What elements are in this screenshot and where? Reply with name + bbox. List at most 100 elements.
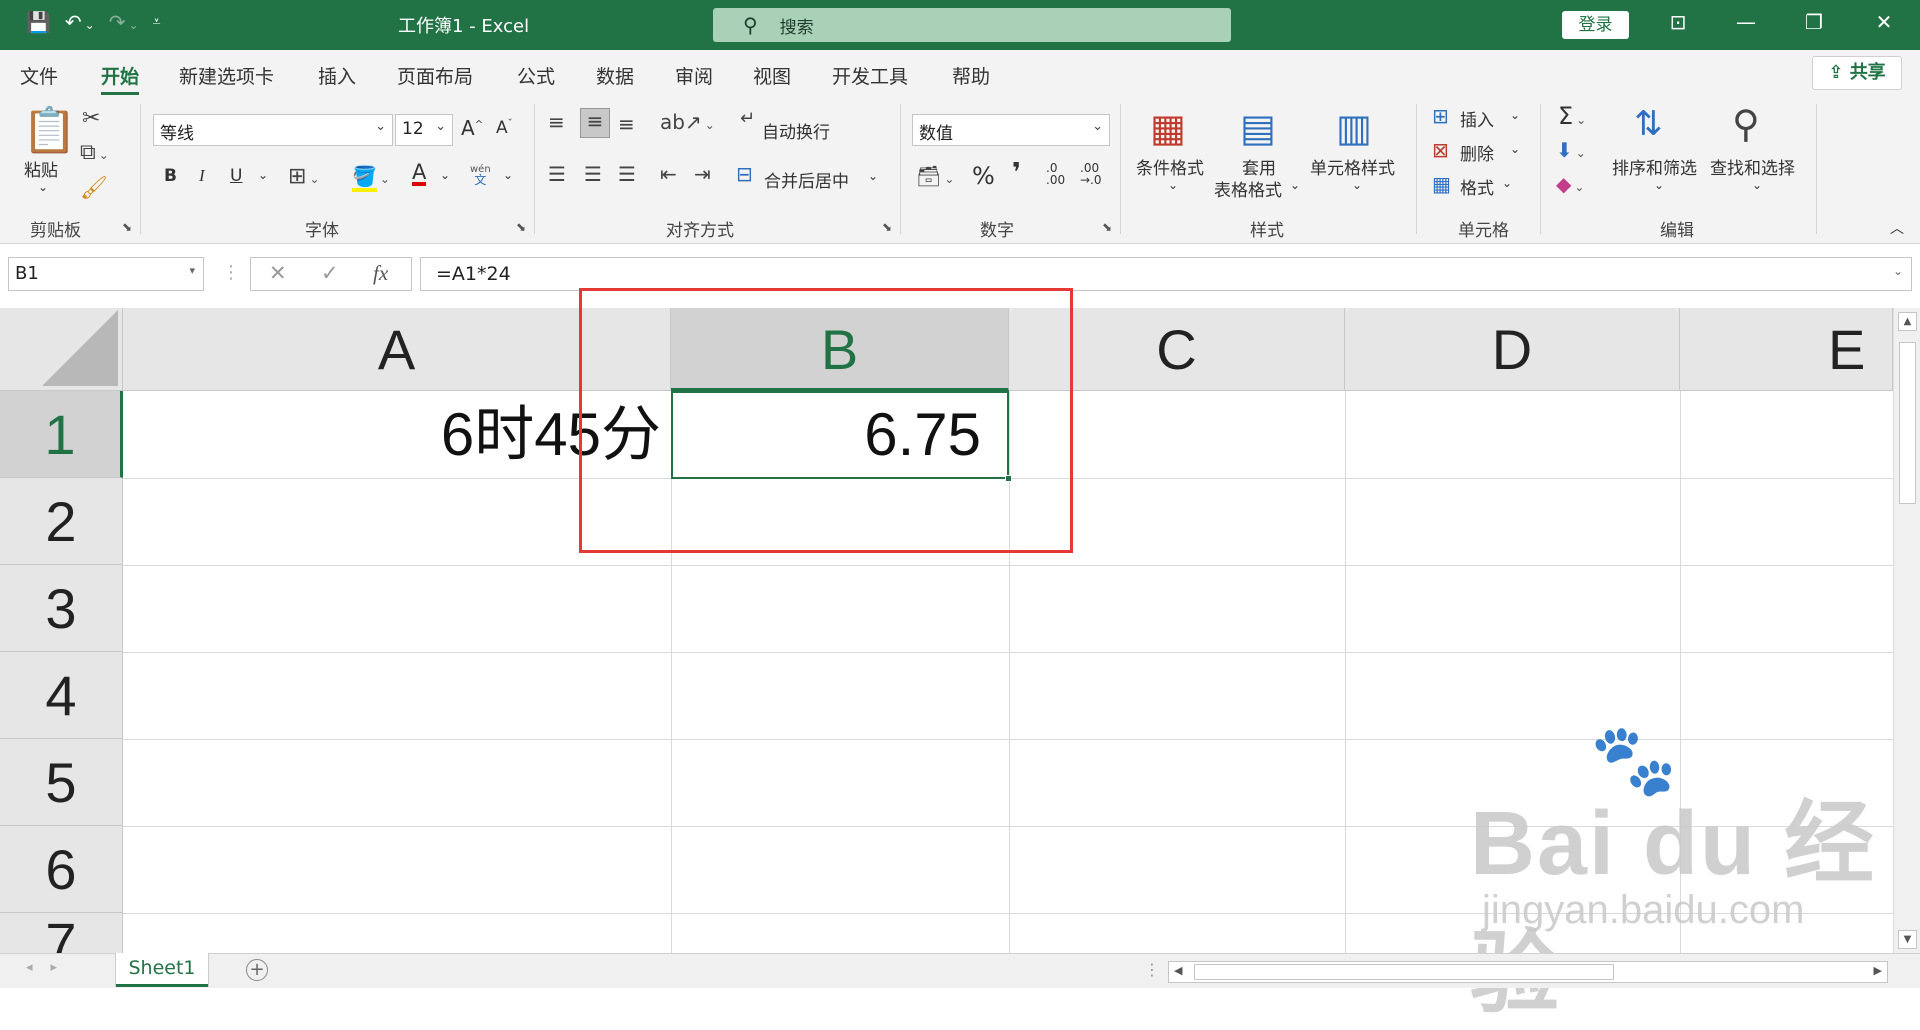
insert-function-icon[interactable]: fx	[373, 261, 388, 286]
minimize-icon[interactable]: —	[1734, 10, 1758, 34]
cell-styles-icon[interactable]: ▥	[1336, 106, 1372, 150]
format-cells-icon[interactable]: ▦	[1432, 172, 1451, 196]
name-box[interactable]: B1 ▾	[8, 257, 204, 291]
align-bottom-icon[interactable]: ≡	[618, 112, 635, 136]
conditional-formatting-dropdown-icon[interactable]: ⌄	[1168, 178, 1178, 192]
merge-center-button[interactable]: 合并后居中	[764, 167, 849, 192]
increase-decimal-button[interactable]: .0 .00	[1046, 162, 1065, 186]
accounting-format-icon[interactable]: 🗃 ⌄	[916, 164, 954, 188]
scroll-up-icon[interactable]: ▲	[1898, 312, 1917, 331]
merge-dropdown-icon[interactable]: ⌄	[868, 169, 878, 183]
find-select-dropdown-icon[interactable]: ⌄	[1752, 178, 1762, 192]
delete-cells-icon[interactable]: ⊠	[1432, 138, 1449, 162]
format-as-table-icon[interactable]: ▤	[1240, 106, 1276, 150]
add-sheet-button[interactable]: +	[246, 959, 268, 981]
paste-icon[interactable]: 📋	[22, 104, 77, 156]
font-color-dropdown-icon[interactable]: ⌄	[440, 168, 450, 182]
formula-input[interactable]: =A1*24 ⌄	[420, 257, 1912, 291]
row-header-7[interactable]: 7	[0, 913, 123, 953]
clear-icon[interactable]: ◆ ⌄	[1556, 172, 1584, 196]
tab-help[interactable]: 帮助	[952, 62, 990, 89]
enter-icon[interactable]: ✓	[321, 261, 339, 285]
cut-icon[interactable]: ✂	[82, 106, 100, 131]
align-center-icon[interactable]: ☰	[584, 162, 602, 186]
row-header-6[interactable]: 6	[0, 826, 123, 913]
formula-bar-grip-icon[interactable]: ⋮	[222, 262, 240, 283]
cell-styles-button[interactable]: 单元格样式	[1310, 154, 1395, 179]
close-icon[interactable]: ✕	[1872, 10, 1896, 34]
delete-dropdown-icon[interactable]: ⌄	[1510, 142, 1520, 156]
restore-icon[interactable]: ❐	[1802, 10, 1826, 34]
format-painter-icon[interactable]: 🖌	[80, 176, 108, 201]
login-button[interactable]: 登录	[1562, 11, 1629, 39]
paste-dropdown-icon[interactable]: ⌄	[38, 180, 48, 194]
border-icon[interactable]: ⊞ ⌄	[288, 164, 320, 189]
align-left-icon[interactable]: ☰	[548, 162, 566, 186]
column-header-e[interactable]: E	[1680, 308, 1893, 391]
tab-home[interactable]: 开始	[101, 62, 140, 95]
collapse-ribbon-icon[interactable]: ︿	[1890, 218, 1904, 238]
align-middle-icon[interactable]: ≡	[580, 108, 610, 138]
format-as-table-dropdown-icon[interactable]: ⌄	[1290, 178, 1300, 192]
tab-page-layout[interactable]: 页面布局	[397, 62, 473, 89]
format-cells-button[interactable]: 格式	[1460, 174, 1494, 199]
search-box[interactable]: ⚲ 搜索	[713, 8, 1231, 42]
bold-button[interactable]: B	[164, 166, 177, 186]
column-header-d[interactable]: D	[1345, 308, 1680, 391]
scroll-right-icon[interactable]: ▶	[1874, 964, 1882, 977]
phonetic-dropdown-icon[interactable]: ⌄	[503, 168, 513, 182]
tab-formulas[interactable]: 公式	[517, 62, 555, 89]
paste-button[interactable]: 粘贴	[24, 156, 58, 181]
decrease-font-button[interactable]: Aˇ	[496, 118, 513, 138]
fill-color-icon[interactable]: 🪣 ⌄	[352, 164, 390, 192]
find-select-button[interactable]: 查找和选择	[1710, 154, 1795, 179]
decrease-decimal-button[interactable]: .00 →.0	[1080, 162, 1102, 186]
increase-indent-icon[interactable]: ⇥	[694, 162, 711, 186]
sheet-nav-arrows[interactable]: ◂▸	[26, 960, 75, 975]
format-as-table-button[interactable]: 表格格式	[1214, 176, 1282, 201]
save-icon[interactable]: 💾	[26, 10, 51, 34]
row-header-3[interactable]: 3	[0, 565, 123, 652]
percent-button[interactable]: %	[972, 162, 995, 190]
fill-icon[interactable]: ⬇ ⌄	[1556, 138, 1586, 162]
tab-view[interactable]: 视图	[753, 62, 791, 89]
sort-filter-button[interactable]: 排序和筛选	[1612, 154, 1697, 179]
copy-icon[interactable]: ⧉ ⌄	[80, 140, 109, 165]
number-format-dropdown[interactable]: 数值 ⌄	[912, 114, 1110, 146]
font-size-dropdown[interactable]: 12 ⌄	[395, 114, 453, 146]
cancel-icon[interactable]: ✕	[269, 261, 287, 285]
row-header-5[interactable]: 5	[0, 739, 123, 826]
align-top-icon[interactable]: ≡	[548, 110, 565, 134]
row-header-2[interactable]: 2	[0, 478, 123, 565]
wrap-text-button[interactable]: 自动换行	[762, 118, 830, 143]
decrease-indent-icon[interactable]: ⇤	[660, 162, 677, 186]
row-header-1[interactable]: 1	[0, 391, 123, 478]
sort-filter-dropdown-icon[interactable]: ⌄	[1654, 178, 1664, 192]
tab-file[interactable]: 文件	[20, 62, 58, 89]
underline-button[interactable]: U	[230, 166, 242, 186]
tab-insert[interactable]: 插入	[318, 62, 356, 89]
share-button[interactable]: ⇪ 共享	[1812, 56, 1902, 90]
underline-dropdown-icon[interactable]: ⌄	[258, 168, 268, 182]
orientation-icon[interactable]: ab↗ ⌄	[660, 110, 715, 134]
find-select-icon[interactable]: ⚲	[1732, 102, 1760, 146]
clipboard-launcher-icon[interactable]: ⬊	[122, 220, 132, 234]
align-right-icon[interactable]: ☰	[618, 162, 636, 186]
wrap-text-icon[interactable]: ↵	[740, 108, 755, 129]
row-header-4[interactable]: 4	[0, 652, 123, 739]
font-launcher-icon[interactable]: ⬊	[516, 220, 526, 234]
tab-data[interactable]: 数据	[596, 62, 634, 89]
ribbon-display-options-icon[interactable]: ⊡	[1666, 10, 1690, 34]
cell-styles-dropdown-icon[interactable]: ⌄	[1352, 178, 1362, 192]
tab-split-handle-icon[interactable]: ⋮	[1144, 960, 1160, 979]
phonetic-guide-button[interactable]: wén 文	[470, 164, 491, 187]
select-all-button[interactable]	[0, 308, 123, 391]
merge-center-icon[interactable]: ⊟	[736, 162, 753, 186]
conditional-formatting-button[interactable]: 条件格式	[1136, 154, 1204, 179]
italic-button[interactable]: I	[199, 166, 205, 186]
tab-developer[interactable]: 开发工具	[832, 62, 908, 89]
delete-cells-button[interactable]: 删除	[1460, 140, 1494, 165]
sheet-tab-sheet1[interactable]: Sheet1	[116, 953, 208, 987]
sort-filter-icon[interactable]: ⇅	[1634, 104, 1663, 144]
conditional-formatting-icon[interactable]: ▦	[1150, 106, 1186, 150]
